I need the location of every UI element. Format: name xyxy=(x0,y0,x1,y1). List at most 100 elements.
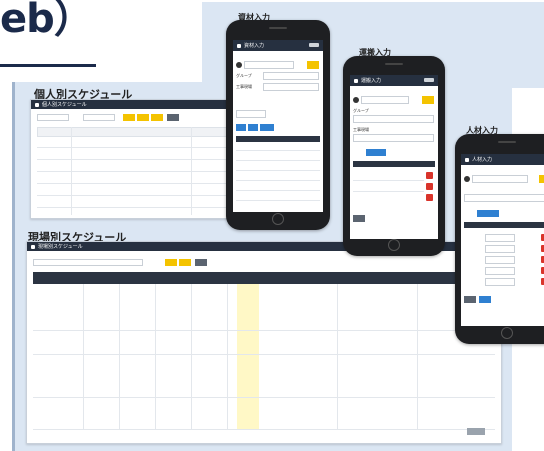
pager-button[interactable] xyxy=(467,428,485,435)
column-divider xyxy=(191,127,192,215)
group-label: グループ xyxy=(353,108,369,113)
row-divider xyxy=(236,200,320,201)
site-navbar-title: 現場別スケジュール xyxy=(38,244,83,250)
personal-schedule-screenshot: 個人別スケジュール xyxy=(30,99,258,219)
site-select[interactable] xyxy=(353,134,434,142)
date-next-button[interactable] xyxy=(422,96,434,104)
table-row xyxy=(37,147,251,148)
material-navbar-title: 資材入力 xyxy=(244,43,265,49)
transport-navbar-title: 運搬入力 xyxy=(361,78,382,84)
today-button[interactable] xyxy=(137,114,149,121)
schedule-icon xyxy=(35,102,39,107)
table-row xyxy=(37,195,251,196)
staff-icon xyxy=(465,157,469,162)
group-select[interactable] xyxy=(353,115,434,123)
staff-navbar: 人材入力 xyxy=(461,154,544,165)
add-row-button[interactable] xyxy=(477,210,499,217)
phone-speaker xyxy=(269,27,287,29)
row-divider xyxy=(33,354,495,355)
copy-button[interactable] xyxy=(260,124,274,131)
save-button[interactable] xyxy=(248,124,258,131)
date-prev-icon[interactable] xyxy=(353,97,359,103)
staff-select[interactable] xyxy=(485,267,515,275)
save-button[interactable] xyxy=(464,296,476,303)
date-prev-icon[interactable] xyxy=(236,62,242,68)
title-underline xyxy=(0,64,96,67)
prev-button[interactable] xyxy=(165,259,177,266)
home-button xyxy=(388,239,400,251)
date-input[interactable] xyxy=(244,61,294,69)
row-divider xyxy=(353,180,424,181)
delete-row-button[interactable] xyxy=(426,194,433,201)
row-divider xyxy=(236,180,320,181)
staff-select[interactable] xyxy=(485,278,515,286)
date-prev-icon[interactable] xyxy=(464,176,470,182)
date-next-button[interactable] xyxy=(307,61,319,69)
transport-icon xyxy=(354,78,358,83)
phone-material: 資材入力 グループ 工事現場 xyxy=(226,20,330,230)
row-divider xyxy=(33,397,495,398)
column-divider xyxy=(191,284,192,429)
add-button[interactable] xyxy=(236,124,246,131)
column-divider xyxy=(337,284,338,429)
home-button xyxy=(272,213,284,225)
row-divider xyxy=(236,190,320,191)
menu-button[interactable] xyxy=(424,78,434,82)
column-divider xyxy=(227,284,228,429)
next-button[interactable] xyxy=(179,259,191,266)
staff-select[interactable] xyxy=(485,245,515,253)
today-column-highlight xyxy=(237,284,259,429)
column-divider xyxy=(83,284,84,429)
prev-button[interactable] xyxy=(123,114,135,121)
site-select[interactable] xyxy=(263,83,319,91)
home-button xyxy=(501,327,513,339)
personal-table-header xyxy=(37,127,253,137)
schedule-icon xyxy=(31,244,35,249)
phone-staff: 人材入力 xyxy=(455,134,544,344)
start-date-input[interactable] xyxy=(37,114,69,121)
row-divider xyxy=(236,150,320,151)
staff-select[interactable] xyxy=(485,234,515,242)
material-icon xyxy=(237,43,241,48)
row-divider xyxy=(33,330,495,331)
slide-stage: eb） 個人別スケジュール 現場別スケジュール 資材入力 運搬入力 人材入力 個… xyxy=(0,0,544,451)
material-screen: 資材入力 グループ 工事現場 xyxy=(233,40,323,212)
search-button[interactable] xyxy=(195,259,207,266)
phone-transport: 運搬入力 グループ 工事現場 xyxy=(343,56,445,256)
group-select[interactable] xyxy=(464,194,544,202)
end-date-input[interactable] xyxy=(83,114,115,121)
group-label: グループ xyxy=(236,73,252,78)
date-next-button[interactable] xyxy=(539,175,544,183)
table-row xyxy=(37,159,251,160)
menu-button[interactable] xyxy=(309,43,319,47)
next-button[interactable] xyxy=(151,114,163,121)
column-divider xyxy=(417,284,418,429)
memo-input[interactable] xyxy=(236,110,266,118)
phone-speaker xyxy=(385,63,403,65)
site-table-header xyxy=(33,272,497,284)
column-divider xyxy=(119,284,120,429)
table-row xyxy=(37,171,251,172)
add-row-button[interactable] xyxy=(366,149,386,156)
copy-button[interactable] xyxy=(479,296,491,303)
staff-select[interactable] xyxy=(485,256,515,264)
column-divider xyxy=(155,284,156,429)
transport-screen: 運搬入力 グループ 工事現場 xyxy=(350,75,438,239)
delete-row-button[interactable] xyxy=(426,183,433,190)
material-navbar: 資材入力 xyxy=(233,40,323,51)
search-button[interactable] xyxy=(167,114,179,121)
phone-speaker xyxy=(498,141,516,143)
save-button[interactable] xyxy=(353,215,365,222)
row-divider xyxy=(353,191,424,192)
date-input[interactable] xyxy=(472,175,528,183)
delete-row-button[interactable] xyxy=(426,172,433,179)
group-select[interactable] xyxy=(263,72,319,80)
date-input[interactable] xyxy=(361,96,409,104)
site-date-input[interactable] xyxy=(33,259,143,266)
staff-screen: 人材入力 xyxy=(461,154,544,326)
row-divider xyxy=(236,170,320,171)
table-row xyxy=(37,183,251,184)
site-label: 工事現場 xyxy=(353,127,369,132)
site-label: 工事現場 xyxy=(236,84,252,89)
site-schedule-screenshot: 現場別スケジュール xyxy=(26,241,502,444)
